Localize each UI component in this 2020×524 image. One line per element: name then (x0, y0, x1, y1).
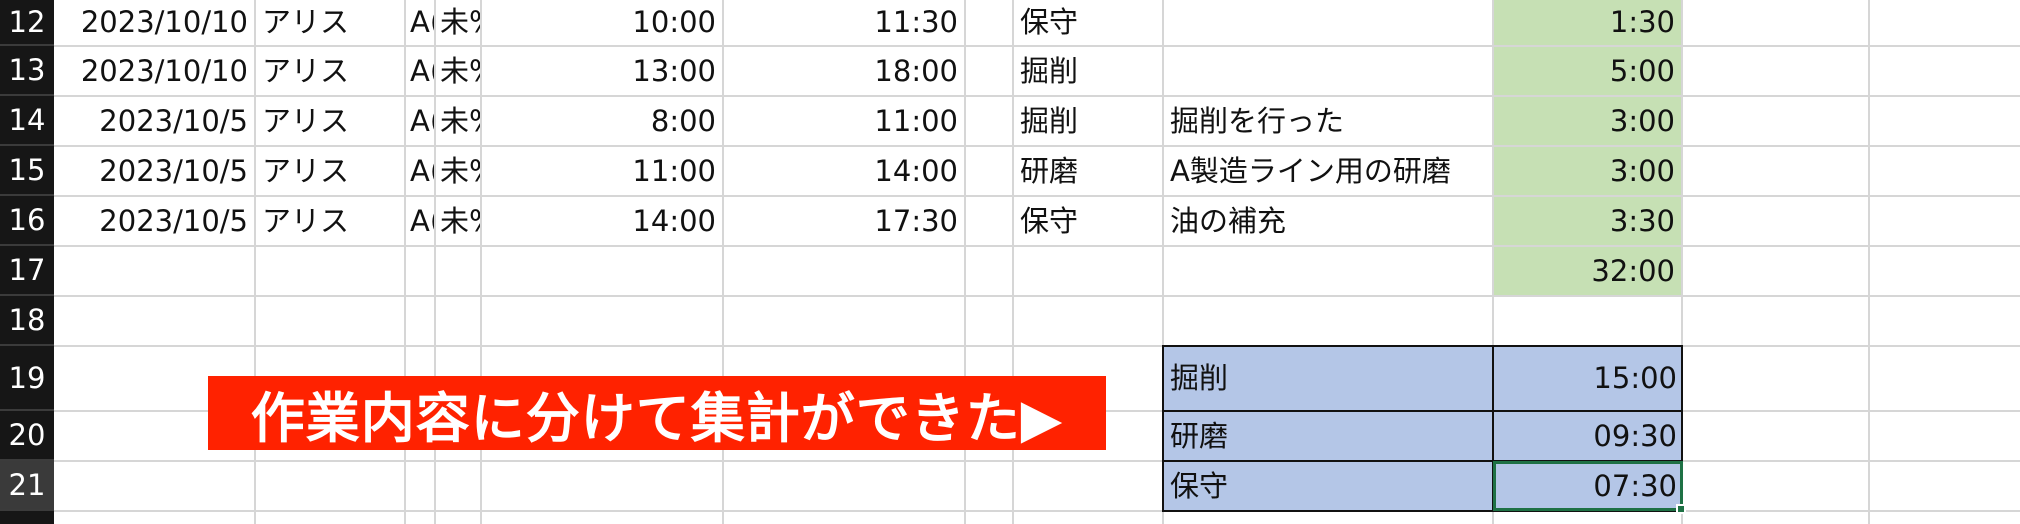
row-header-15[interactable]: 15 (0, 146, 54, 196)
end-time-cell[interactable]: 11:00 (724, 97, 964, 145)
name-cell[interactable]: アリス (256, 147, 404, 195)
start-time-cell[interactable]: 8:00 (482, 97, 722, 145)
date-cell[interactable]: 2023/10/5 (54, 97, 254, 145)
task-cell[interactable]: 掘削 (1014, 97, 1162, 145)
date-cell[interactable]: 2023/10/10 (54, 0, 254, 45)
hours-cell[interactable]: 1:30 (1494, 0, 1681, 45)
gridline (54, 510, 2020, 512)
selected-cell-outline[interactable] (1493, 461, 1683, 511)
gridline (54, 460, 2020, 462)
start-time-cell[interactable]: 10:00 (482, 0, 722, 45)
row-header-22[interactable] (0, 511, 54, 524)
task-cell[interactable]: 保守 (1014, 197, 1162, 245)
summary-task-cell[interactable]: 研磨 (1164, 412, 1492, 460)
name-cell[interactable]: アリス (256, 197, 404, 245)
status-cell[interactable]: 未% (436, 97, 480, 145)
code-cell[interactable]: A( (406, 0, 434, 45)
name-cell[interactable]: アリス (256, 97, 404, 145)
hours-cell[interactable]: 3:00 (1494, 147, 1681, 195)
summary-border (1162, 345, 1164, 512)
note-cell[interactable] (1164, 0, 1492, 45)
summary-hours-cell[interactable]: 09:30 (1494, 412, 1683, 460)
status-cell[interactable]: 未% (436, 147, 480, 195)
task-cell[interactable]: 研磨 (1014, 147, 1162, 195)
date-cell[interactable]: 2023/10/5 (54, 147, 254, 195)
row-header-19[interactable]: 19 (0, 346, 54, 411)
note-cell[interactable]: 油の補充 (1164, 197, 1492, 245)
row-header-20[interactable]: 20 (0, 411, 54, 461)
name-cell[interactable]: アリス (256, 47, 404, 95)
start-time-cell[interactable]: 13:00 (482, 47, 722, 95)
gridline (54, 245, 2020, 247)
row-header-17[interactable]: 17 (0, 246, 54, 296)
row-header-13[interactable]: 13 (0, 46, 54, 96)
row-header-18[interactable]: 18 (0, 296, 54, 346)
start-time-cell[interactable]: 11:00 (482, 147, 722, 195)
hours-cell[interactable]: 5:00 (1494, 47, 1681, 95)
row-header-14[interactable]: 14 (0, 96, 54, 146)
status-cell[interactable]: 未% (436, 0, 480, 45)
status-cell[interactable]: 未% (436, 47, 480, 95)
note-cell[interactable]: A製造ライン用の研磨 (1164, 147, 1492, 195)
total-hours-cell[interactable]: 32:00 (1494, 247, 1681, 295)
summary-border (1162, 410, 1683, 412)
note-cell[interactable] (1164, 47, 1492, 95)
end-time-cell[interactable]: 11:30 (724, 0, 964, 45)
date-cell[interactable]: 2023/10/10 (54, 47, 254, 95)
end-time-cell[interactable]: 14:00 (724, 147, 964, 195)
summary-hours-cell[interactable]: 15:00 (1494, 346, 1683, 410)
row-header-12[interactable]: 12 (0, 0, 54, 46)
gridline (54, 345, 2020, 347)
hours-cell[interactable]: 3:30 (1494, 197, 1681, 245)
summary-task-cell[interactable]: 保守 (1164, 462, 1492, 510)
status-cell[interactable]: 未% (436, 197, 480, 245)
end-time-cell[interactable]: 17:30 (724, 197, 964, 245)
gridline (54, 295, 2020, 297)
code-cell[interactable]: A( (406, 97, 434, 145)
gridline (1868, 0, 1870, 524)
code-cell[interactable]: A( (406, 147, 434, 195)
note-cell[interactable]: 掘削を行った (1164, 97, 1492, 145)
task-cell[interactable]: 掘削 (1014, 47, 1162, 95)
code-cell[interactable]: A( (406, 197, 434, 245)
caption-banner: 作業内容に分けて集計ができた▶ (208, 376, 1106, 450)
row-header-16[interactable]: 16 (0, 196, 54, 246)
start-time-cell[interactable]: 14:00 (482, 197, 722, 245)
summary-border (1162, 345, 1683, 347)
code-cell[interactable]: A( (406, 47, 434, 95)
name-cell[interactable]: アリス (256, 0, 404, 45)
hours-cell[interactable]: 3:00 (1494, 97, 1681, 145)
fill-handle[interactable] (1676, 504, 1686, 514)
date-cell[interactable]: 2023/10/5 (54, 197, 254, 245)
task-cell[interactable]: 保守 (1014, 0, 1162, 45)
end-time-cell[interactable]: 18:00 (724, 47, 964, 95)
summary-task-cell[interactable]: 掘削 (1164, 346, 1492, 410)
row-header-21[interactable]: 21 (0, 461, 54, 511)
